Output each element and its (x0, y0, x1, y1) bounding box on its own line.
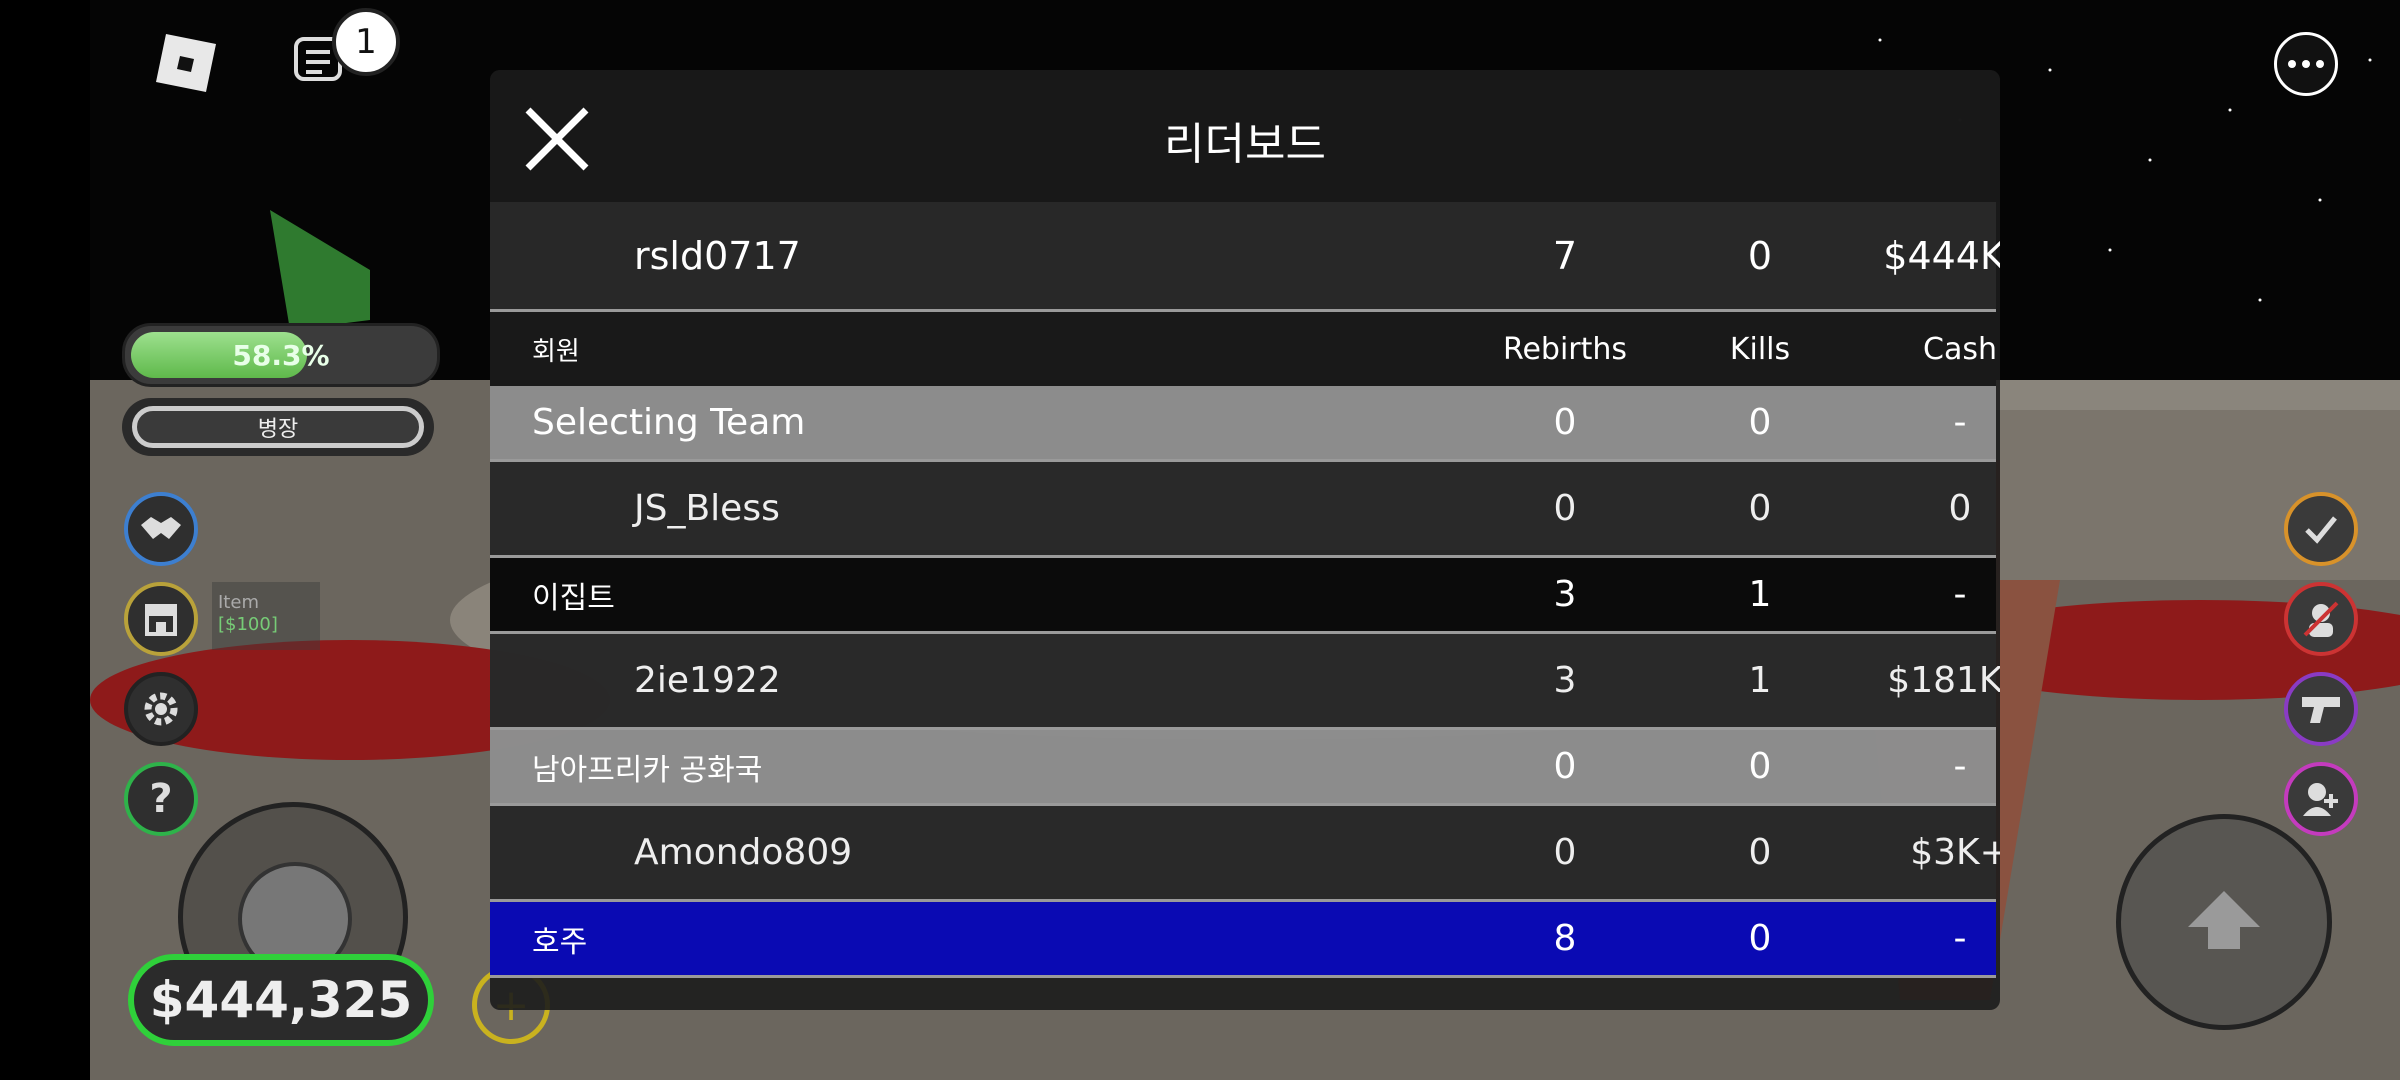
team-kills: 0 (1748, 918, 1772, 959)
shop-button[interactable] (124, 582, 198, 656)
column-member: 회원 (532, 336, 580, 367)
team-rebirths: 8 (1553, 918, 1577, 959)
player-rebirths: 0 (1553, 832, 1577, 873)
leaderboard-header: 리더보드 (490, 70, 2000, 202)
team-rebirths: 3 (1553, 574, 1577, 615)
leaderboard-rows: rsld0717 7 0 $444K+ 회원 Rebirths Kills Ca… (490, 202, 2000, 978)
player-name: rsld0717 (634, 233, 801, 278)
add-user-icon (2303, 783, 2338, 816)
player-cash: $444K+ (1883, 233, 2000, 278)
player-rebirths: 7 (1552, 233, 1578, 278)
player-cash: $181K+ (1887, 660, 2000, 701)
player-row[interactable]: JS_Bless 0 0 0 (490, 462, 1996, 558)
player-kills: 0 (1748, 488, 1772, 529)
team-rebirths: 0 (1553, 402, 1577, 443)
question-mark-icon: ? (149, 776, 173, 822)
dot-icon (2316, 60, 2324, 68)
my-player-row[interactable]: rsld0717 7 0 $444K+ (490, 202, 2000, 312)
add-friend-button[interactable] (2284, 762, 2358, 836)
soldier-button[interactable] (2284, 582, 2358, 656)
roblox-menu-button[interactable] (150, 28, 220, 98)
player-row[interactable]: Amondo809 0 0 $3K+ (490, 806, 2000, 902)
cash-display: $444,325 (128, 954, 434, 1046)
team-name: Selecting Team (532, 402, 806, 443)
shop-icon (145, 604, 177, 636)
team-rebirths: 0 (1553, 746, 1577, 787)
team-name: 남아프리카 공화국 (532, 752, 763, 788)
item-price-tag: Item [$100] (212, 582, 320, 650)
team-row[interactable]: 호주 8 0 - (490, 902, 1996, 978)
checkmark-icon (2305, 516, 2337, 544)
team-row[interactable]: 남아프리카 공화국 0 0 - (490, 730, 1996, 806)
team-kills: 0 (1748, 402, 1772, 443)
roblox-logo-icon (156, 34, 216, 92)
team-row[interactable]: 이집트 3 1 - (490, 558, 1996, 634)
help-button[interactable]: ? (124, 762, 198, 836)
player-name: 2ie1922 (634, 660, 781, 701)
team-kills: 0 (1748, 746, 1772, 787)
more-options-button[interactable] (2274, 32, 2338, 96)
team-cash: - (1953, 746, 1967, 787)
quest-check-button[interactable] (2284, 492, 2358, 566)
player-name: Amondo809 (634, 832, 853, 873)
settings-button[interactable] (124, 672, 198, 746)
leaderboard-panel: 리더보드 rsld0717 7 0 $444K+ 회원 Rebirths Kil… (490, 70, 2000, 1010)
column-header-row: 회원 Rebirths Kills Cash (490, 312, 1997, 386)
pistol-icon (2302, 697, 2340, 723)
team-name: 호주 (532, 924, 588, 960)
player-rebirths: 0 (1553, 488, 1577, 529)
gear-icon (144, 692, 178, 726)
team-cash: - (1953, 574, 1967, 615)
jump-button[interactable] (2116, 814, 2332, 1030)
player-rebirths: 3 (1553, 660, 1577, 701)
item-price: [$100] (218, 614, 278, 635)
up-arrow-icon (2188, 891, 2260, 949)
rank-display: 병장 (122, 398, 434, 456)
player-kills: 0 (1747, 233, 1773, 278)
player-cash: 0 (1948, 488, 1972, 529)
player-row[interactable]: 2ie1922 3 1 $181K+ (490, 634, 2000, 730)
progress-text: 58.3% (232, 338, 330, 372)
leaderboard-title: 리더보드 (1164, 119, 1326, 170)
team-name: 이집트 (532, 580, 615, 616)
column-kills: Kills (1729, 331, 1791, 367)
dot-icon (2302, 60, 2310, 68)
column-rebirths: Rebirths (1502, 331, 1628, 367)
rank-label: 병장 (132, 406, 424, 448)
team-kills: 1 (1748, 574, 1772, 615)
weapon-button[interactable] (2284, 672, 2358, 746)
player-kills: 0 (1748, 832, 1772, 873)
left-black-bar (0, 0, 90, 1080)
player-cash: $3K+ (1910, 832, 2000, 873)
team-cash: - (1953, 402, 1967, 443)
chat-notification-badge: 1 (332, 8, 400, 76)
trade-button[interactable] (124, 492, 198, 566)
player-kills: 1 (1748, 660, 1772, 701)
handshake-icon (141, 517, 181, 539)
player-name: JS_Bless (634, 488, 780, 529)
level-progress-bar: 58.3% (122, 323, 440, 387)
team-cash: - (1953, 918, 1967, 959)
item-label: Item (218, 592, 259, 613)
dot-icon (2288, 60, 2296, 68)
column-cash: Cash (1923, 331, 1997, 367)
team-row[interactable]: Selecting Team 0 0 - (490, 386, 1996, 462)
soldier-icon (2303, 601, 2339, 637)
